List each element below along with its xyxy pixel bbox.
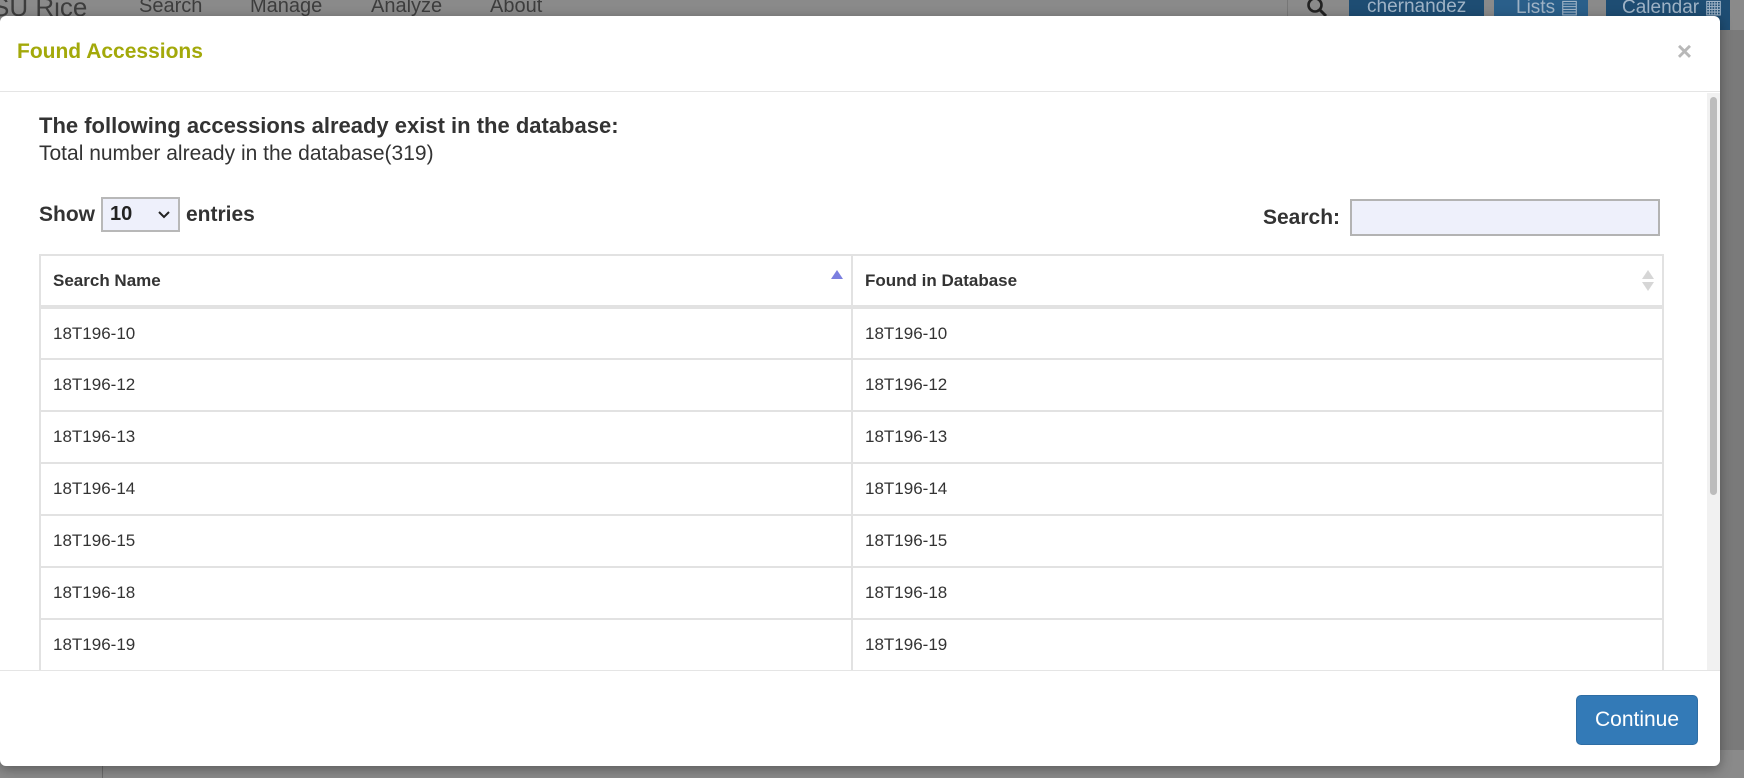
search-name-cell: 18T196-12: [39, 358, 853, 412]
search-name-cell: 18T196-10: [39, 306, 853, 360]
chevron-down-icon: [158, 211, 170, 219]
total-count-text: Total number already in the database(319…: [39, 142, 434, 165]
table-row: 18T196-13 18T196-13: [39, 410, 1664, 464]
modal-body: The following accessions already exist i…: [0, 93, 1720, 670]
search-name-cell: 18T196-19: [39, 618, 853, 670]
modal-scrollbar[interactable]: [1707, 93, 1720, 670]
close-icon[interactable]: ×: [1677, 36, 1692, 67]
table-row: 18T196-14 18T196-14: [39, 462, 1664, 516]
page-length-value: 10: [110, 203, 133, 225]
table-row: 18T196-15 18T196-15: [39, 514, 1664, 568]
sort-both-icon: [1642, 270, 1654, 291]
modal-footer: Continue: [0, 670, 1720, 766]
found-in-database-cell: 18T196-10: [851, 306, 1664, 360]
search-input[interactable]: [1350, 199, 1661, 236]
found-in-database-cell: 18T196-14: [851, 462, 1664, 516]
column-header-found-in-database[interactable]: Found in Database: [851, 254, 1664, 309]
found-in-database-cell: 18T196-13: [851, 410, 1664, 464]
scrollbar-thumb[interactable]: [1710, 97, 1717, 495]
continue-button[interactable]: Continue: [1576, 695, 1698, 745]
modal-header: Found Accessions ×: [0, 16, 1720, 92]
column-header-label: Search Name: [53, 270, 161, 290]
found-in-database-cell: 18T196-12: [851, 358, 1664, 412]
table-row: 18T196-18 18T196-18: [39, 566, 1664, 620]
sort-ascending-icon: [831, 270, 843, 279]
found-in-database-cell: 18T196-15: [851, 514, 1664, 568]
page-length-select[interactable]: 10: [101, 197, 180, 232]
search-name-cell: 18T196-13: [39, 410, 853, 464]
table-row: 18T196-19 18T196-19: [39, 618, 1664, 670]
modal-title: Found Accessions: [17, 40, 203, 63]
table-filter: Search:: [1263, 199, 1661, 236]
table-row: 18T196-12 18T196-12: [39, 358, 1664, 412]
search-name-cell: 18T196-14: [39, 462, 853, 516]
table-header-row: Search Name Found in Database: [39, 254, 1664, 309]
search-name-cell: 18T196-18: [39, 566, 853, 620]
column-header-label: Found in Database: [865, 270, 1018, 290]
column-header-search-name[interactable]: Search Name: [39, 254, 853, 309]
show-label: Show: [39, 202, 95, 226]
table-row: 18T196-10 18T196-10: [39, 306, 1664, 360]
search-label: Search:: [1263, 205, 1341, 229]
nav-user-label: chernandez: [1367, 0, 1467, 17]
page-length-control: Show 10 entries: [39, 197, 255, 232]
search-name-cell: 18T196-15: [39, 514, 853, 568]
accessions-table: Search Name Found in Database 18T196-10 …: [39, 254, 1664, 670]
intro-heading: The following accessions already exist i…: [39, 113, 619, 138]
intro: The following accessions already exist i…: [39, 113, 619, 166]
entries-label: entries: [186, 202, 255, 226]
found-in-database-cell: 18T196-18: [851, 566, 1664, 620]
found-in-database-cell: 18T196-19: [851, 618, 1664, 670]
found-accessions-modal: Found Accessions × The following accessi…: [0, 16, 1720, 766]
